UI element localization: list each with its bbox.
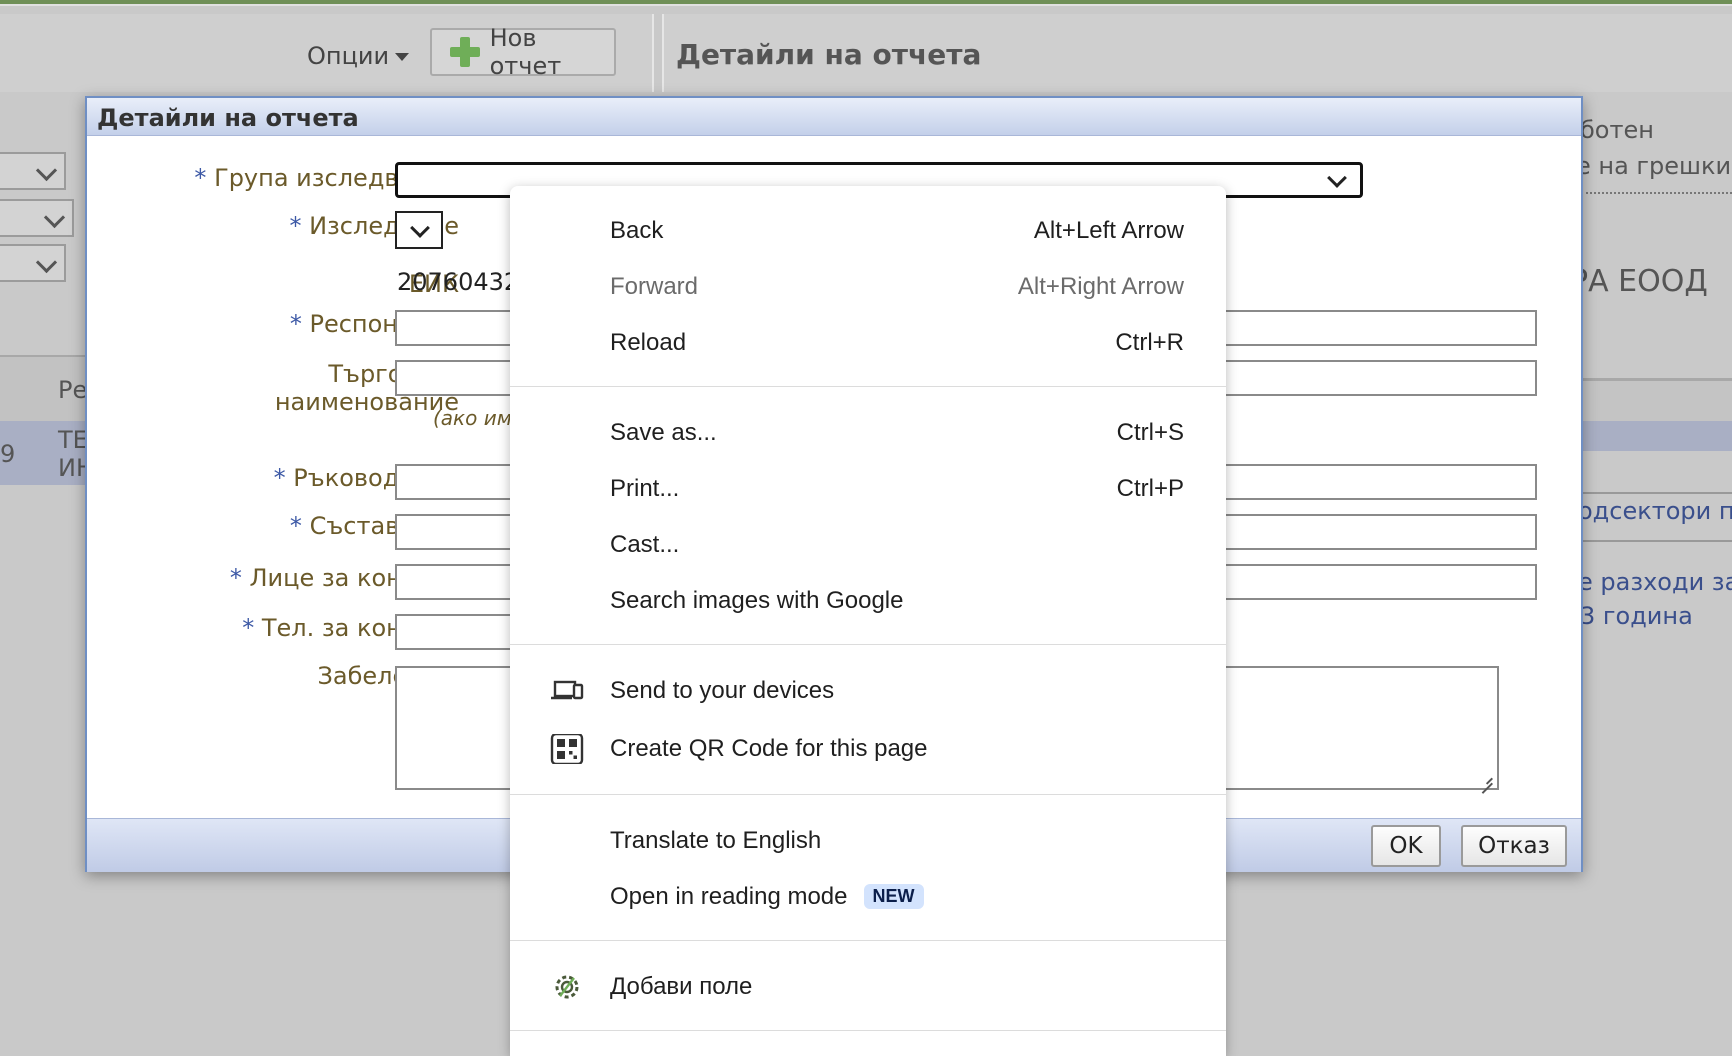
devices-icon [551, 680, 584, 700]
menu-item-shortcut: Alt+Right Arrow [1017, 273, 1184, 300]
chevron-down-icon [1327, 168, 1347, 188]
chevron-down-icon [35, 251, 58, 274]
bg-link-year[interactable]: 3 година [1580, 602, 1693, 630]
caret-down-icon [395, 53, 410, 61]
menu-item-cast[interactable]: Cast... [510, 518, 1226, 572]
required-marker: * [289, 512, 302, 540]
menu-item-shortcut: Alt+Left Arrow [1033, 217, 1184, 244]
options-label: Опции [307, 42, 390, 70]
bg-table-header-text: Ре [58, 376, 88, 404]
menu-item-forward[interactable]: Forward Alt+Right Arrow [510, 260, 1226, 314]
bg-right-divider [1582, 492, 1732, 494]
required-marker: * [289, 310, 302, 338]
bg-status-text: ботен [1580, 116, 1654, 144]
menu-separator [510, 940, 1226, 941]
bg-right-selected-row [1582, 421, 1732, 451]
menu-item-translate[interactable]: Translate to English [510, 814, 1226, 868]
bg-dotted-divider [1586, 192, 1732, 194]
bg-filter-select-2[interactable] [0, 199, 74, 237]
menu-item-label: Search images with Google [610, 587, 904, 614]
bg-row-number: 9 [0, 440, 16, 468]
required-marker: * [289, 212, 302, 240]
menu-item-shortcut: Ctrl+S [1116, 419, 1184, 446]
menu-item-reload[interactable]: Reload Ctrl+R [510, 316, 1226, 370]
bg-link-expenses[interactable]: е разходи за [1578, 568, 1732, 596]
cancel-button[interactable]: Отказ [1461, 825, 1567, 867]
menu-item-shortcut: Ctrl+P [1116, 475, 1184, 502]
menu-item-label: Back [610, 217, 664, 244]
chevron-down-icon [35, 159, 58, 182]
required-marker: * [273, 464, 286, 492]
menu-item-label: Save as... [610, 419, 717, 446]
menu-item-shortcut: Ctrl+R [1115, 329, 1184, 356]
menu-item-label: Reload [610, 329, 687, 356]
bg-company-name: РА ЕООД [1570, 264, 1708, 299]
bg-link-subsectors[interactable]: одсектори пре [1578, 497, 1732, 525]
menu-item-reading-mode[interactable]: Open in reading mode NEW [510, 870, 1226, 924]
dialog-title-bar[interactable]: Детайли на отчета [87, 98, 1581, 136]
menu-item-print[interactable]: Print... Ctrl+P [510, 462, 1226, 516]
bg-filter-select-1[interactable] [0, 152, 66, 190]
menu-separator [510, 386, 1226, 387]
menu-item-label: Cast... [610, 531, 680, 558]
required-marker: * [242, 614, 255, 642]
menu-separator [510, 794, 1226, 795]
bg-filter-select-3[interactable] [0, 244, 66, 282]
qr-code-icon [550, 734, 584, 764]
required-marker: * [194, 164, 207, 192]
plus-icon [450, 37, 480, 67]
menu-item-label: Create QR Code for this page [610, 735, 928, 762]
menu-item-label: Добави поле [610, 973, 753, 1000]
chevron-down-icon [43, 206, 66, 229]
bg-right-table-header [1582, 378, 1732, 423]
menu-item-label: Print... [610, 475, 680, 502]
dialog-title: Детайли на отчета [97, 104, 359, 132]
new-badge: NEW [863, 884, 924, 909]
new-report-button[interactable]: Нов отчет [430, 24, 616, 80]
menu-item-search-images[interactable]: Search images with Google [510, 574, 1226, 628]
required-marker: * [229, 564, 242, 592]
bg-right-divider-2 [1582, 540, 1732, 542]
menu-item-label: Send to your devices [610, 677, 835, 704]
new-report-label: Нов отчет [489, 24, 562, 80]
menu-item-send-to-devices[interactable]: Send to your devices [510, 664, 1226, 718]
menu-item-back[interactable]: Back Alt+Left Arrow [510, 204, 1226, 258]
context-menu: Back Alt+Left Arrow Forward Alt+Right Ar… [510, 186, 1226, 1056]
bg-row-text-1: ТЕ [58, 426, 88, 454]
menu-item-label: Open in reading mode [610, 883, 848, 910]
options-menu[interactable]: Опции [307, 42, 410, 70]
menu-separator [510, 1030, 1226, 1031]
menu-separator [510, 644, 1226, 645]
chevron-down-icon [410, 218, 430, 238]
menu-item-label: Translate to English [610, 827, 822, 854]
survey-select[interactable] [395, 211, 443, 249]
top-divider [0, 4, 1732, 6]
ok-button[interactable]: OK [1371, 825, 1441, 867]
menu-item-create-qr[interactable]: Create QR Code for this page [510, 722, 1226, 776]
menu-item-label-wrap: Open in reading mode NEW [610, 883, 924, 911]
resize-handle-icon[interactable] [1479, 770, 1493, 784]
menu-item-label: Forward [610, 273, 699, 300]
bg-errors-text: е на грешки [1576, 152, 1732, 180]
menu-item-add-field[interactable]: Добави поле [510, 960, 1226, 1014]
extension-gear-icon [555, 975, 579, 999]
menu-item-save-as[interactable]: Save as... Ctrl+S [510, 406, 1226, 460]
details-panel-title: Детайли на отчета [676, 38, 982, 71]
